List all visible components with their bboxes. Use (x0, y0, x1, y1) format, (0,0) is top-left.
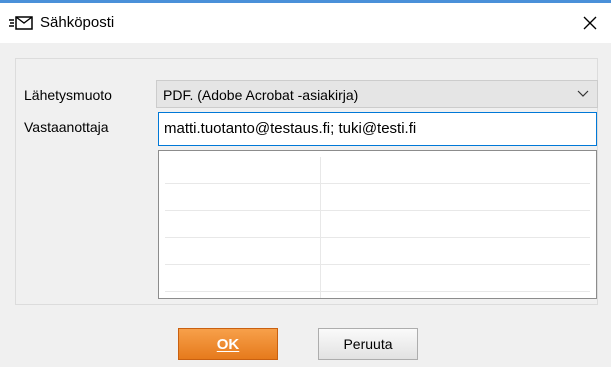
cancel-button-label: Peruuta (343, 336, 393, 352)
grid-cell[interactable] (321, 238, 590, 265)
grid-row[interactable] (165, 265, 590, 292)
grid-cell[interactable] (321, 184, 590, 211)
grid-body (165, 157, 590, 298)
format-label: Lähetysmuoto (24, 87, 112, 103)
grid-cell[interactable] (321, 265, 590, 292)
grid-row[interactable] (165, 211, 590, 238)
format-select[interactable]: PDF. (Adobe Acrobat -asiakirja) (156, 80, 598, 108)
email-send-icon (8, 15, 34, 31)
ok-button-label: OK (216, 335, 240, 353)
grid-cell[interactable] (321, 292, 590, 298)
grid-cell[interactable] (165, 265, 321, 292)
grid-cell[interactable] (165, 184, 321, 211)
close-icon (583, 16, 596, 30)
ok-button[interactable]: OK (178, 328, 278, 360)
cancel-button[interactable]: Peruuta (318, 328, 418, 360)
grid-row[interactable] (165, 238, 590, 265)
grid-row[interactable] (165, 157, 590, 184)
grid-cell[interactable] (165, 238, 321, 265)
grid-cell[interactable] (165, 157, 321, 184)
recipient-input[interactable]: matti.tuotanto@testaus.fi; tuki@testi.fi (158, 112, 597, 146)
title-bar: Sähköposti (0, 3, 611, 43)
chevron-down-icon (577, 90, 589, 97)
attachment-grid[interactable] (158, 150, 597, 299)
grid-cell[interactable] (321, 157, 590, 184)
recipient-label: Vastaanottaja (24, 119, 109, 135)
grid-row[interactable] (165, 184, 590, 211)
window-title: Sähköposti (40, 14, 115, 31)
close-button[interactable] (568, 3, 611, 43)
format-select-value: PDF. (Adobe Acrobat -asiakirja) (163, 87, 359, 103)
grid-row[interactable] (165, 292, 590, 298)
recipient-input-value: matti.tuotanto@testaus.fi; tuki@testi.fi (164, 120, 417, 137)
grid-cell[interactable] (165, 211, 321, 238)
grid-cell[interactable] (165, 292, 321, 298)
grid-cell[interactable] (321, 211, 590, 238)
